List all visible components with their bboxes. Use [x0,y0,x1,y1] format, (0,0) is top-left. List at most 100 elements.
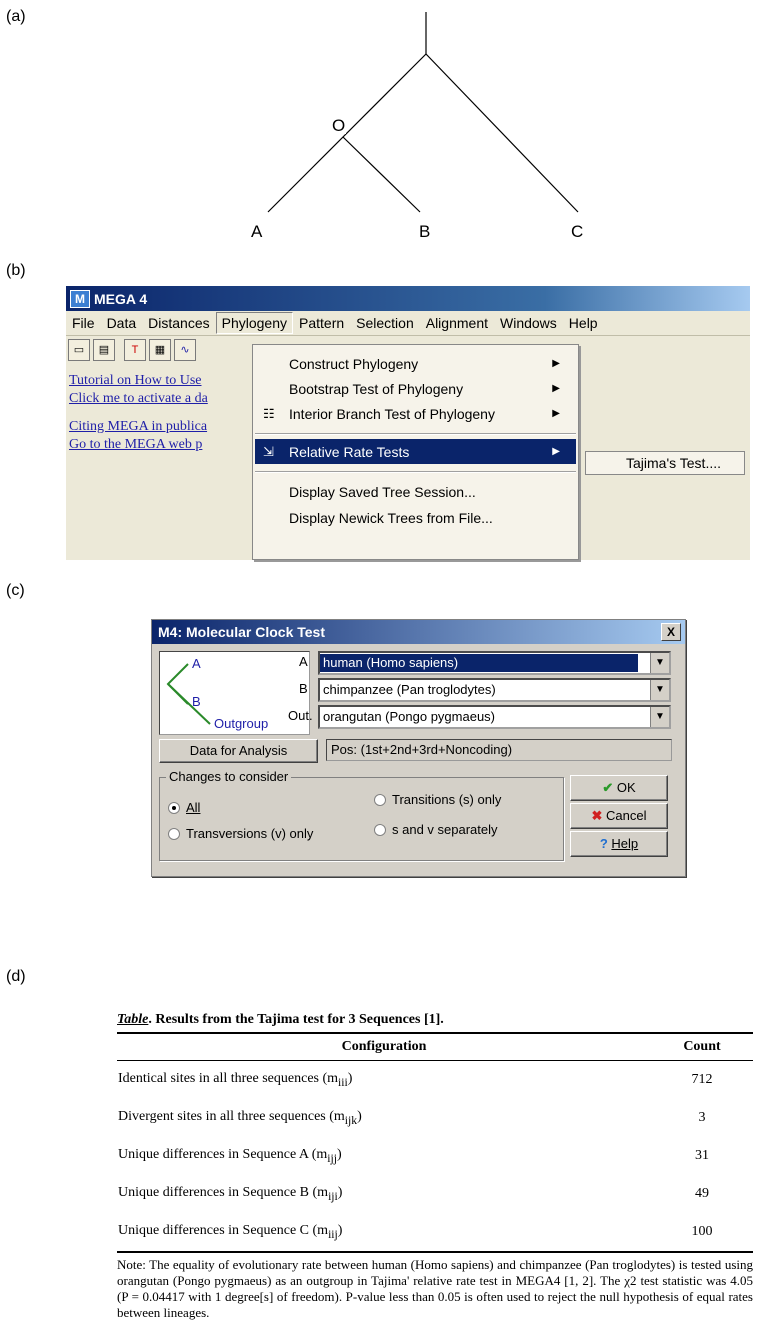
header-count: Count [651,1032,753,1061]
tree-leaf-c: C [571,222,583,241]
link-web[interactable]: Go to the MEGA web p [69,436,254,454]
table-row: Unique differences in Sequence C (miij) … [117,1213,753,1251]
check-icon: ✔ [602,780,614,795]
menu-alignment[interactable]: Alignment [420,315,494,331]
link-activate[interactable]: Click me to activate a da [69,390,254,408]
alignment-explorer-icon[interactable]: ▦ [149,339,171,361]
radio-label: All [186,800,201,815]
menu-data[interactable]: Data [101,315,143,331]
menu-item-display-newick[interactable]: Display Newick Trees from File... [255,505,576,530]
header-configuration: Configuration [117,1032,651,1061]
menu-item-construct-phylogeny[interactable]: Construct Phylogeny ▶ [255,351,576,376]
radio-all[interactable]: All [168,800,200,815]
tree-preview-label-b: B [192,694,201,709]
table-row: Identical sites in all three sequences (… [117,1061,753,1100]
radio-icon [374,793,386,806]
mega-title-bar: M MEGA 4 [66,286,750,311]
count-cell: 49 [695,1186,709,1201]
relative-rate-icon: ⇲ [263,443,274,459]
menu-item-display-saved-tree[interactable]: Display Saved Tree Session... [255,479,576,504]
chevron-down-icon[interactable]: ▼ [650,707,669,727]
select-value: human (Homo sapiens) [320,654,638,672]
chevron-down-icon[interactable]: ▼ [650,653,669,673]
sequence-b-select[interactable]: chimpanzee (Pan troglodytes) ▼ [318,678,671,702]
radio-transversions[interactable]: Transversions (v) only [168,826,313,841]
menu-item-label: Construct Phylogeny [289,355,419,372]
button-label: Cancel [606,808,647,823]
submenu-item-label: Tajima's Test.... [626,455,721,471]
outgroup-select[interactable]: orangutan (Pongo pygmaeus) ▼ [318,705,671,729]
select-value: chimpanzee (Pan troglodytes) [323,682,496,697]
menu-item-label: Interior Branch Test of Phylogeny [289,405,495,422]
submenu-arrow-icon: ▶ [552,383,560,394]
submenu-tajimas-test[interactable]: Tajima's Test.... [585,451,745,475]
menu-pattern[interactable]: Pattern [293,315,350,331]
caption-prefix: Table [117,1012,149,1027]
count-cell: 712 [691,1072,713,1087]
menu-item-bootstrap-test[interactable]: Bootstrap Test of Phylogeny ▶ [255,376,576,401]
data-for-analysis-button[interactable]: Data for Analysis [159,739,318,763]
tree-preview-label-a: A [192,656,201,671]
close-button[interactable]: X [661,623,681,641]
open-data-icon[interactable]: ▤ [93,339,115,361]
help-button[interactable]: ? Help [570,831,668,857]
new-file-icon[interactable]: ▭ [68,339,90,361]
count-cell: 100 [691,1224,713,1239]
interior-branch-icon: ☷ [263,405,275,421]
chevron-down-icon[interactable]: ▼ [650,680,669,700]
count-cell: 3 [698,1110,706,1125]
button-label: OK [616,780,636,795]
menu-file[interactable]: File [66,315,101,331]
row-label-b: B [299,681,308,696]
menu-selection[interactable]: Selection [350,315,420,331]
config-cell: Identical sites in all three sequences (… [118,1071,353,1089]
table-row: Unique differences in Sequence B (miji) … [117,1175,753,1213]
changes-group: Changes to consider All Transitions (s) … [159,769,564,861]
table-note: Note: The equality of evolutionary rate … [117,1251,753,1321]
radio-selected-icon [168,801,180,814]
panel-label-b: (b) [6,262,26,279]
menu-phylogeny[interactable]: Phylogeny [215,312,293,334]
menu-item-label: Bootstrap Test of Phylogeny [289,380,464,397]
results-table-block: Table. Results from the Tajima test for … [117,1012,753,1321]
menu-windows[interactable]: Windows [494,315,563,331]
radio-transitions[interactable]: Transitions (s) only [374,792,501,807]
text-editor-icon[interactable]: T [124,339,146,361]
web-icon[interactable]: ∿ [174,339,196,361]
radio-separately[interactable]: s and v separately [374,822,498,837]
menu-item-label: Relative Rate Tests [289,443,410,460]
question-icon: ? [599,836,608,851]
tree-preview-label-outgroup: Outgroup [214,716,268,731]
sequence-a-select[interactable]: human (Homo sapiens) ▼ [318,651,671,675]
menu-help[interactable]: Help [563,315,604,331]
link-tutorial[interactable]: Tutorial on How to Use [69,372,254,390]
config-cell: Unique differences in Sequence B (miji) [118,1185,343,1203]
ok-button[interactable]: ✔ OK [570,775,668,801]
tree-preview-diagram: A B Outgroup [166,656,268,731]
phylogeny-dropdown: Construct Phylogeny ▶ Bootstrap Test of … [252,344,579,560]
radio-label: Transitions (s) only [392,792,502,807]
menu-item-label: Display Newick Trees from File... [289,509,493,526]
data-info-field: Pos: (1st+2nd+3rd+Noncoding) [326,739,672,761]
select-value: orangutan (Pongo pygmaeus) [323,709,496,724]
menu-item-relative-rate-tests[interactable]: ⇲ Relative Rate Tests ▶ [255,439,576,464]
panel-label-d: (d) [6,968,26,985]
table-row: Unique differences in Sequence A (mijj) … [117,1137,753,1175]
menu-distances[interactable]: Distances [142,315,215,331]
button-label: Help [611,836,639,851]
links-list: Tutorial on How to Use Click me to activ… [69,372,254,454]
mega-window: M MEGA 4 File Data Distances Phylogeny P… [66,286,750,560]
menu-item-interior-branch-test[interactable]: ☷ Interior Branch Test of Phylogeny ▶ [255,401,576,426]
radio-label: Transversions (v) only [186,826,314,841]
submenu-arrow-icon: ▶ [552,446,560,457]
group-title: Changes to consider [166,769,292,784]
count-cell: 31 [695,1148,709,1163]
menu-item-label: Display Saved Tree Session... [289,483,476,500]
radio-icon [374,823,386,836]
link-citing[interactable]: Citing MEGA in publica [69,418,254,436]
radio-label: s and v separately [392,822,498,837]
submenu-arrow-icon: ▶ [552,408,560,419]
cancel-button[interactable]: ✖ Cancel [570,803,668,829]
phylogenetic-tree: O A B C [251,12,583,241]
tree-node-o: O [332,116,345,135]
